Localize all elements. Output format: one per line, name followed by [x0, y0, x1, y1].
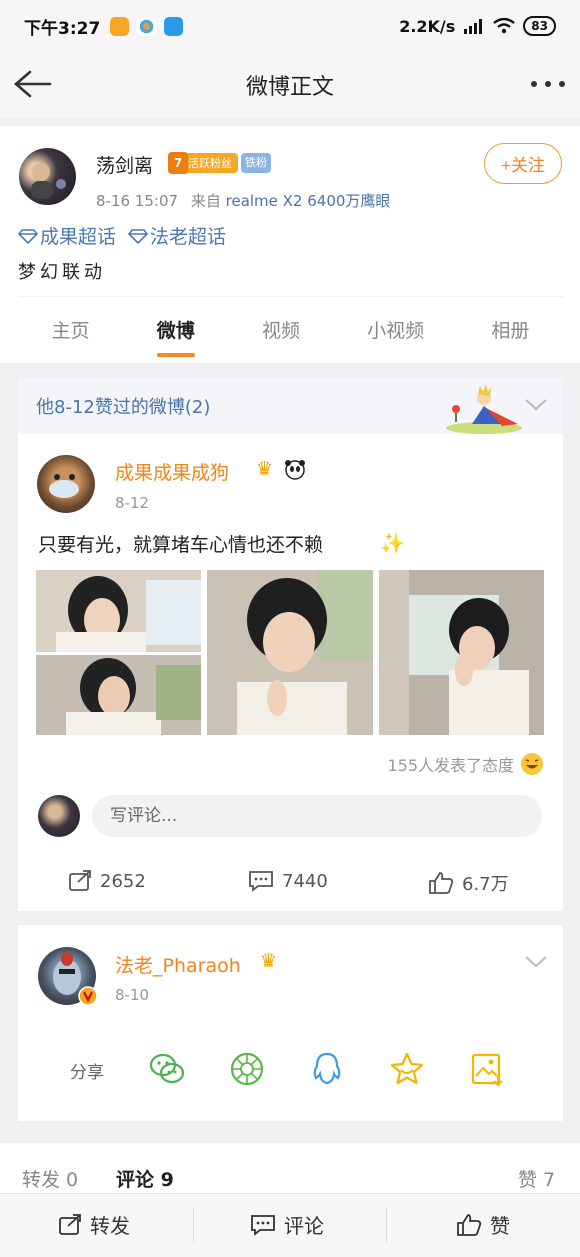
topic-link-2[interactable]: 法老超话	[128, 222, 226, 249]
photo-1-image	[36, 570, 201, 735]
post-date: 8-16 15:07	[96, 192, 179, 210]
topic-links: 成果超话 法老超话	[18, 222, 226, 249]
post1-reactions[interactable]: 155人发表了态度	[387, 752, 544, 776]
tab-home[interactable]: 主页	[52, 316, 90, 343]
tab-short-video[interactable]: 小视频	[367, 316, 424, 343]
post1-author-name[interactable]: 成果成果成狗	[115, 458, 229, 485]
diamond-icon	[18, 228, 38, 244]
post2-date: 8-10	[115, 986, 150, 1004]
little-prince-illustration	[446, 384, 522, 434]
chevron-down-icon[interactable]	[524, 955, 548, 969]
topic-link-1[interactable]: 成果超话	[18, 222, 116, 249]
tab-reposts[interactable]: 转发 0	[22, 1165, 78, 1192]
liked-post-card-2	[18, 925, 563, 1121]
crown-emoji-icon: ♛	[256, 458, 274, 480]
post1-date: 8-12	[115, 494, 150, 512]
fan-level-icon: 7	[168, 152, 188, 174]
wechat-icon[interactable]	[148, 1050, 186, 1088]
author-name[interactable]: 荡剑离	[96, 151, 153, 178]
repost-stat[interactable]: 2652	[68, 870, 146, 892]
battery-indicator: 83	[523, 16, 556, 36]
comment-icon	[251, 1214, 275, 1236]
like-count: 6.7万	[462, 874, 509, 895]
post1-photo-1[interactable]	[36, 570, 201, 735]
post1-photo-2[interactable]	[207, 570, 373, 735]
verified-badge-icon	[78, 986, 98, 1006]
topic-label-1: 成果超话	[40, 226, 117, 248]
thumbs-up-icon	[429, 872, 454, 894]
top-nav-bar: 微博正文	[0, 52, 580, 118]
save-image-icon[interactable]	[468, 1050, 506, 1088]
page-title: 微博正文	[245, 75, 334, 100]
reactions-count: 155人发表了态度	[387, 756, 514, 775]
photo-3-image	[379, 570, 529, 735]
active-fan-badge: 7 活跃粉丝	[168, 152, 238, 174]
comment-icon	[249, 871, 273, 892]
follow-button[interactable]: +关注	[484, 143, 562, 184]
author-avatar-image	[31, 163, 66, 199]
repost-button[interactable]: 转发	[58, 1210, 130, 1239]
iron-fan-badge: 铁粉	[241, 153, 271, 173]
post-device-link[interactable]: realme X2 6400万鹰眼	[226, 192, 391, 210]
thumbs-up-icon	[457, 1213, 482, 1236]
profile-tabs: 主页 微博 视频 小视频 相册	[18, 296, 563, 362]
laughing-emoji-icon	[521, 753, 543, 775]
wifi-icon	[493, 18, 516, 34]
network-speed: 2.2K/s	[399, 16, 456, 36]
share-label: 分享	[70, 1063, 104, 1083]
post1-text: 只要有光，就算堵车心情也还不赖	[38, 534, 324, 556]
liked-posts-title: 他8-12赞过的微博(2)	[36, 397, 211, 418]
repost-count: 2652	[100, 870, 146, 892]
divider	[386, 1208, 387, 1242]
status-bar: 下午3:27 2.2K/s 83	[0, 0, 580, 52]
comment-button[interactable]: 评论	[250, 1210, 324, 1239]
like-button[interactable]: 赞	[456, 1210, 510, 1239]
qq-icon[interactable]	[308, 1050, 346, 1088]
repost-button-label: 转发	[90, 1214, 130, 1238]
like-stat[interactable]: 6.7万	[428, 870, 509, 896]
signal-icon	[464, 19, 483, 34]
post1-avatar[interactable]	[37, 455, 95, 513]
comment-button-label: 评论	[284, 1214, 324, 1238]
weibo-app-icon	[110, 16, 130, 36]
panda-emoji-icon	[285, 460, 305, 480]
chevron-down-icon[interactable]	[524, 398, 548, 412]
tab-video[interactable]: 视频	[262, 316, 300, 343]
post-meta: 8-16 15:07 来自 realme X2 6400万鹰眼	[96, 190, 390, 211]
status-time: 下午3:27	[24, 18, 101, 39]
tab-weibo[interactable]: 微博	[156, 316, 195, 357]
photos-app-icon	[137, 16, 157, 36]
divider	[193, 1208, 194, 1242]
post1-avatar-image	[49, 474, 79, 498]
my-avatar	[38, 795, 80, 837]
fan-badge-label: 活跃粉丝	[188, 157, 232, 170]
post-source-label: 来自	[190, 192, 221, 210]
tab-likes[interactable]: 赞 7	[518, 1165, 555, 1192]
status-app-icons	[110, 16, 184, 36]
repost-icon	[69, 870, 91, 891]
tab-album[interactable]: 相册	[491, 316, 529, 343]
post1-photo-3[interactable]	[379, 570, 544, 735]
post-text: 梦幻联动	[18, 262, 106, 283]
photo-2-image	[237, 570, 373, 735]
sparkles-emoji-icon: ✨	[380, 531, 405, 555]
favorite-star-icon[interactable]	[388, 1050, 426, 1088]
back-arrow-icon[interactable]	[12, 66, 52, 102]
crown-emoji-icon: ♛	[260, 950, 278, 972]
comment-count: 7440	[282, 870, 328, 892]
repost-icon	[59, 1213, 81, 1235]
tab-comments[interactable]: 评论 9	[116, 1165, 174, 1192]
detail-tabs	[0, 1143, 580, 1193]
author-avatar[interactable]	[19, 148, 76, 205]
moments-icon[interactable]	[228, 1050, 266, 1088]
telegram-app-icon	[164, 16, 184, 36]
diamond-icon	[128, 228, 149, 244]
comment-stat[interactable]: 7440	[248, 870, 328, 892]
like-button-label: 赞	[490, 1214, 510, 1238]
post2-author-name[interactable]: 法老_Pharaoh	[115, 951, 241, 978]
topic-label-2: 法老超话	[150, 226, 227, 248]
more-options-icon[interactable]	[530, 74, 566, 94]
status-indicators: 2.2K/s 83	[399, 16, 556, 36]
comment-input[interactable]: 写评论...	[92, 795, 542, 837]
